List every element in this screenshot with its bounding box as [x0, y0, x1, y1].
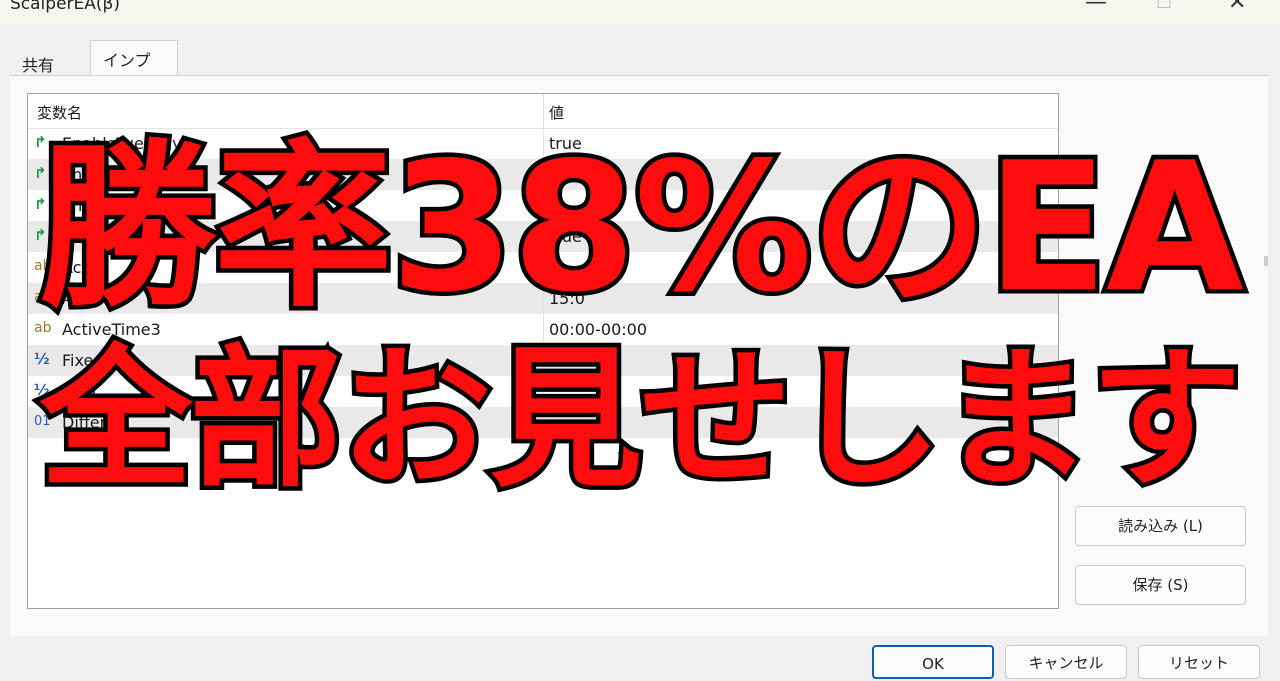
title-bar: ScalperEA(β) — ☐ ✕ — [0, 0, 1280, 24]
cancel-button[interactable]: キャンセル — [1005, 645, 1127, 679]
subheadline-overlay: 全部お見せします — [36, 330, 1247, 509]
headline-overlay: 勝率38%のEA — [34, 123, 1248, 332]
column-header-name[interactable]: 変数名 — [37, 102, 82, 123]
window-title: ScalperEA(β) — [10, 0, 121, 14]
minimize-icon[interactable]: — — [1085, 0, 1107, 15]
column-divider[interactable] — [543, 94, 544, 128]
load-button[interactable]: 読み込み (L) — [1075, 506, 1246, 546]
tab-inputs[interactable]: インプット — [90, 40, 178, 94]
maximize-icon[interactable]: ☐ — [1156, 0, 1172, 13]
close-icon[interactable]: ✕ — [1228, 0, 1246, 15]
ok-button[interactable]: OK — [872, 645, 994, 679]
reset-button[interactable]: リセット — [1138, 645, 1260, 679]
save-button[interactable]: 保存 (S) — [1075, 565, 1246, 605]
tab-common[interactable]: 共有 — [10, 48, 88, 76]
column-header-value[interactable]: 値 — [549, 102, 564, 123]
